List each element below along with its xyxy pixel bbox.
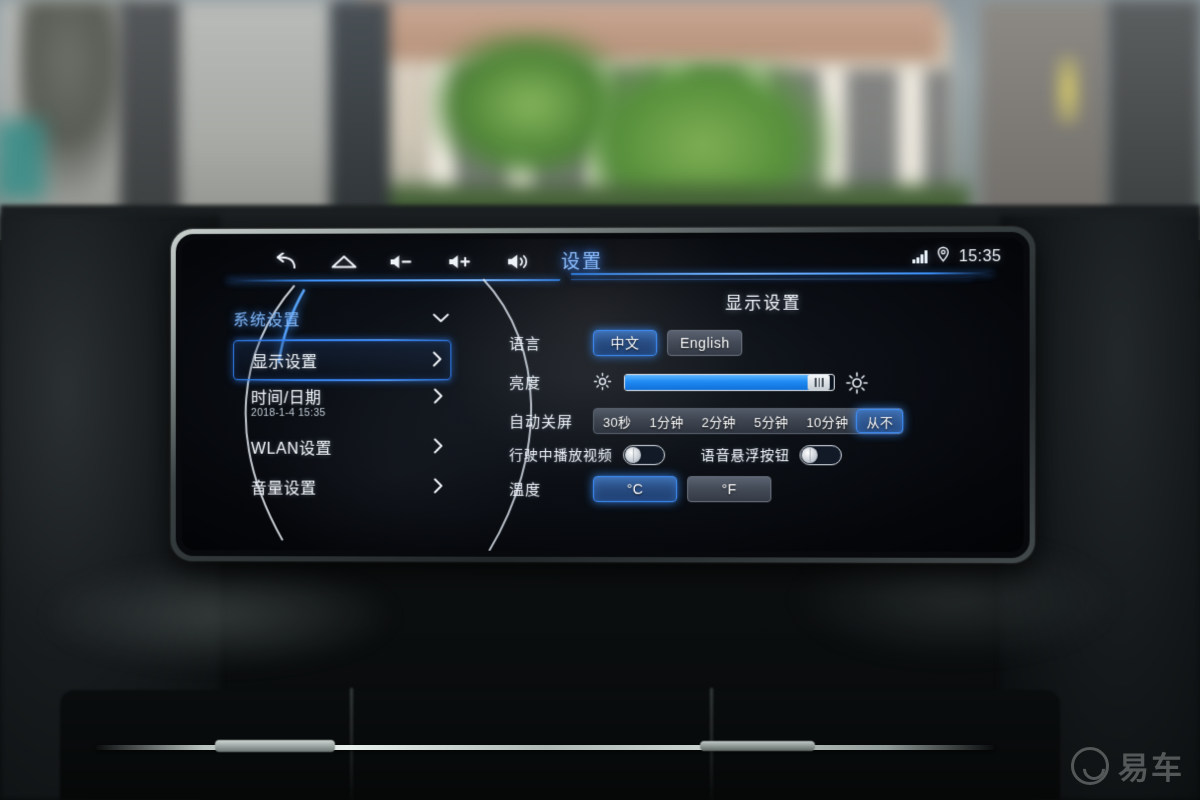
toggle-knob xyxy=(801,447,819,464)
auto-off-label: 自动关屏 xyxy=(509,413,574,431)
auto-off-option-10min[interactable]: 10分钟 xyxy=(797,409,857,433)
street-lamp-blur xyxy=(1055,55,1081,125)
voice-float-button-toggle[interactable] xyxy=(799,445,843,466)
volume-icon[interactable] xyxy=(507,250,533,272)
brightness-label: 亮度 xyxy=(509,374,542,392)
location-pin-icon xyxy=(937,246,950,267)
language-row: 语言 中文 English xyxy=(509,328,1019,358)
auto-off-option-2min[interactable]: 2分钟 xyxy=(693,409,745,433)
temperature-label: 温度 xyxy=(509,481,542,499)
status-bar: 15:35 xyxy=(912,246,1001,267)
chevron-right-icon xyxy=(433,437,443,456)
sidebar-item-label: 音量设置 xyxy=(250,480,317,498)
chevron-down-icon[interactable] xyxy=(432,311,449,326)
volume-up-icon[interactable] xyxy=(448,250,474,272)
brightness-control xyxy=(593,372,866,392)
sidebar-item-volume-wrap: 音量设置 xyxy=(233,467,451,507)
language-option-english[interactable]: English xyxy=(667,329,743,356)
sidebar-menu: 显示设置 时间/日期 2018-1-4 15:35 WLAN设置 音量设置 xyxy=(233,339,452,507)
signal-bars-icon xyxy=(912,250,928,264)
video-playback-toggle[interactable] xyxy=(622,445,665,466)
center-pillar-blur xyxy=(330,0,390,240)
left-post-blur xyxy=(120,0,180,230)
auto-off-option-never[interactable]: 从不 xyxy=(856,409,904,434)
teal-object-blur xyxy=(0,120,45,200)
chevron-right-icon xyxy=(432,351,442,370)
toggles-row: 行驶中播放视频 语音悬浮按钮 xyxy=(509,445,1019,466)
sidebar-item-subtitle: 2018-1-4 15:35 xyxy=(250,406,326,419)
sidebar-group-label: 系统设置 xyxy=(233,312,301,330)
nav-icon-group xyxy=(273,250,533,272)
voice-float-button-label: 语音悬浮按钮 xyxy=(700,447,790,464)
auto-off-row: 自动关屏 30秒 1分钟 2分钟 5分钟 10分钟 从不 xyxy=(509,406,1019,436)
chevron-right-icon xyxy=(433,477,443,496)
sidebar-item-label: WLAN设置 xyxy=(250,440,332,458)
toggle-knob xyxy=(624,447,641,464)
video-playback-label: 行驶中播放视频 xyxy=(509,446,613,464)
status-time: 15:35 xyxy=(958,247,1002,265)
sidebar-group-header[interactable]: 系统设置 xyxy=(233,303,449,333)
auto-off-option-30s[interactable]: 30秒 xyxy=(594,409,640,433)
temperature-option-celsius[interactable]: °C xyxy=(593,475,678,503)
brightness-slider-fill xyxy=(625,374,820,390)
language-option-chinese[interactable]: 中文 xyxy=(593,329,658,357)
auto-off-option-5min[interactable]: 5分钟 xyxy=(745,409,797,433)
temperature-option-fahrenheit[interactable]: °F xyxy=(687,476,772,503)
brightness-slider-handle[interactable] xyxy=(808,374,831,390)
settings-panel: 显示设置 语言 中文 English 亮度 自动关屏 30秒 1分钟 2分钟 5… xyxy=(509,288,1019,513)
dashboard-highlight xyxy=(40,560,400,670)
sidebar-item-datetime-wrap: 时间/日期 2018-1-4 15:35 xyxy=(233,381,451,427)
sidebar-item-wlan-wrap: WLAN设置 xyxy=(233,427,451,467)
air-vent-knob-2 xyxy=(700,741,815,751)
sun-small-icon xyxy=(593,372,613,392)
auto-off-options: 30秒 1分钟 2分钟 5分钟 10分钟 从不 xyxy=(593,407,904,435)
back-icon[interactable] xyxy=(273,251,299,273)
infotainment-monitor: 15:35 设置 系统设置 显示设置 时间/日期 2018-1-4 15:35 … xyxy=(170,226,1035,564)
sidebar: 系统设置 显示设置 时间/日期 2018-1-4 15:35 WLAN设置 音量… xyxy=(182,291,480,552)
navigation-bar xyxy=(182,238,1024,284)
sidebar-item-wlan-settings[interactable]: WLAN设置 xyxy=(233,427,451,467)
brightness-row: 亮度 xyxy=(509,367,1019,397)
language-options: 中文 English xyxy=(593,329,743,357)
chevron-right-icon xyxy=(433,388,443,407)
right-post-blur xyxy=(1108,0,1200,240)
home-icon[interactable] xyxy=(331,251,357,273)
sun-large-icon xyxy=(846,372,866,392)
volume-down-icon[interactable] xyxy=(390,250,416,272)
temperature-row: 温度 °C °F xyxy=(509,474,1019,505)
air-vent-knob xyxy=(215,740,335,752)
sidebar-item-label: 时间/日期 xyxy=(250,390,322,407)
sidebar-item-display-settings[interactable]: 显示设置 xyxy=(233,340,452,381)
monitor-bezel-inner: 15:35 设置 系统设置 显示设置 时间/日期 2018-1-4 15:35 … xyxy=(175,231,1030,559)
temperature-options: °C °F xyxy=(593,475,772,503)
auto-off-option-1min[interactable]: 1分钟 xyxy=(640,409,692,433)
right-wall-blur xyxy=(980,0,1110,240)
infotainment-screen[interactable]: 15:35 设置 系统设置 显示设置 时间/日期 2018-1-4 15:35 … xyxy=(181,238,1024,552)
sidebar-item-display-wrap: 显示设置 xyxy=(233,340,452,381)
air-vent-divider xyxy=(350,688,353,800)
sidebar-item-volume-settings[interactable]: 音量设置 xyxy=(233,467,451,507)
panel-title: 显示设置 xyxy=(725,293,802,313)
language-label: 语言 xyxy=(509,335,542,353)
brightness-slider[interactable] xyxy=(624,373,835,391)
sidebar-item-label: 显示设置 xyxy=(251,354,318,372)
sidebar-item-time-date[interactable]: 时间/日期 2018-1-4 15:35 xyxy=(233,381,451,427)
